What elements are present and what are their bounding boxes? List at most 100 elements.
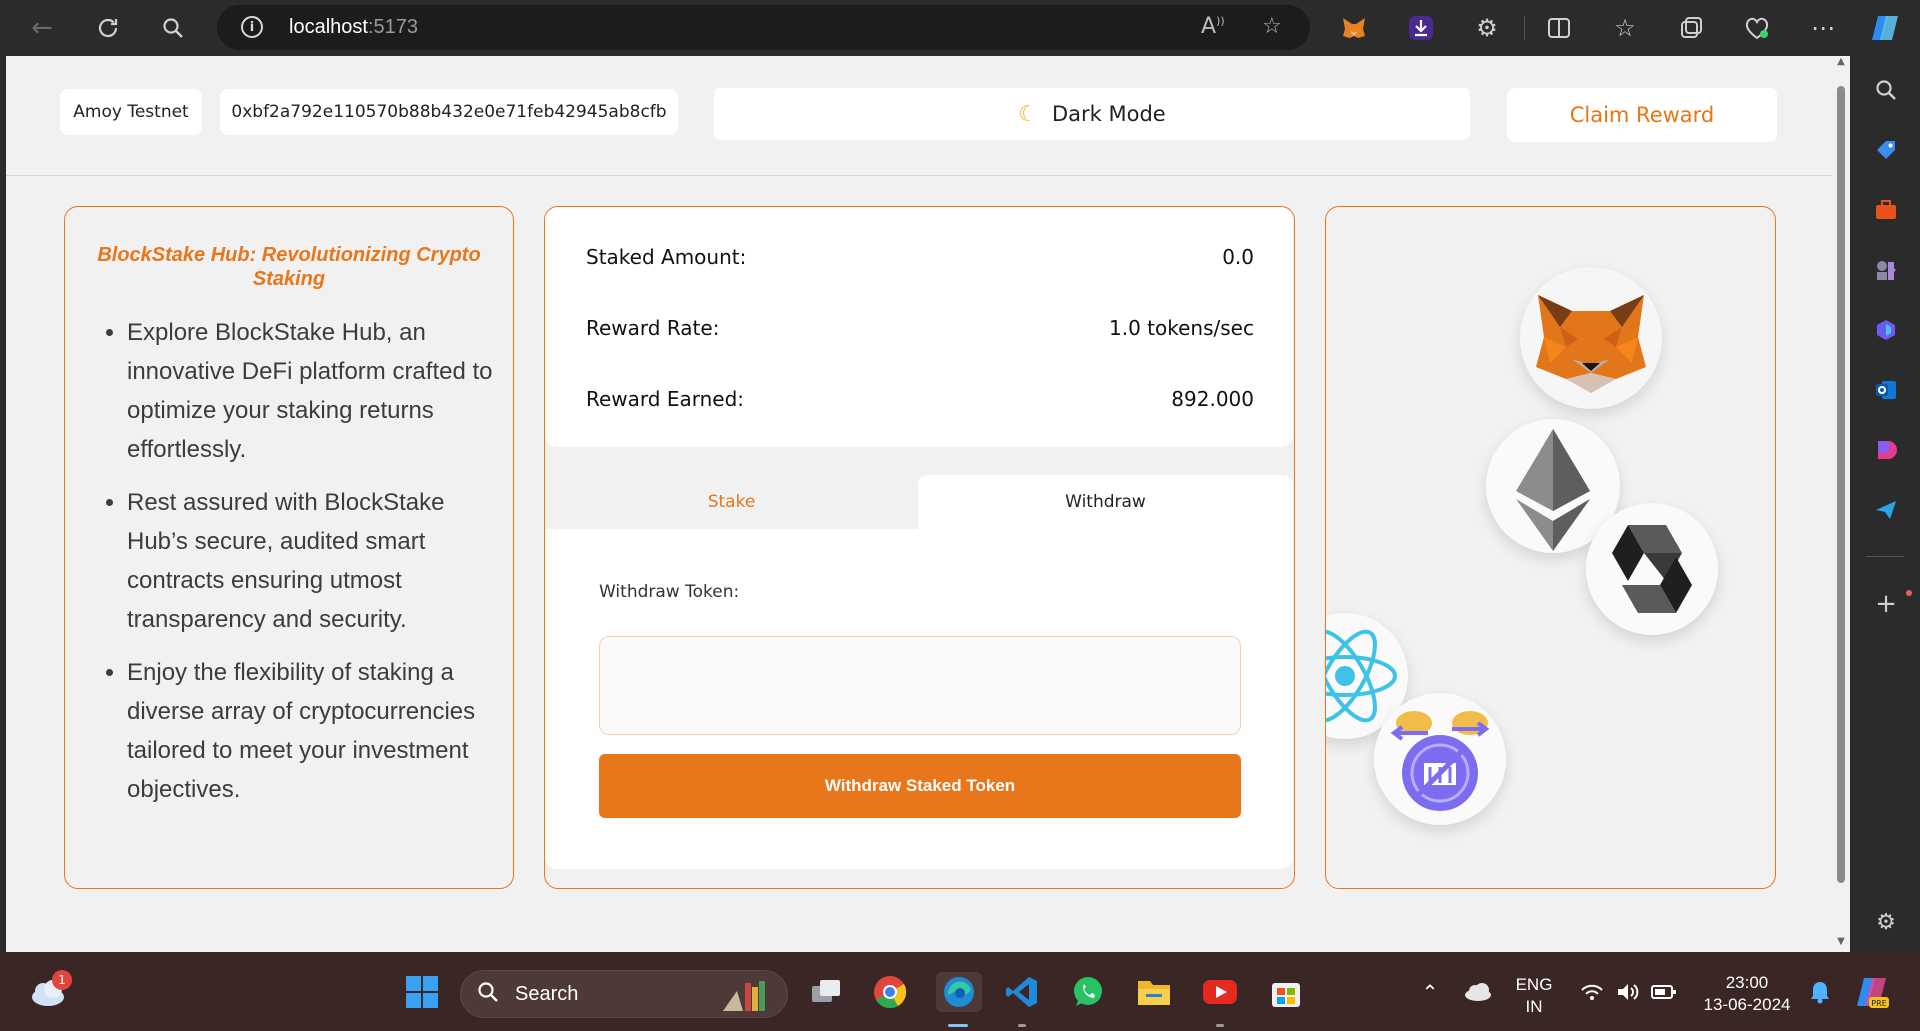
- split-screen-icon[interactable]: [1540, 9, 1578, 47]
- browser-essentials-icon[interactable]: [1738, 9, 1776, 47]
- info-title: BlockStake Hub: Revolutionizing Crypto S…: [97, 244, 481, 290]
- games-icon[interactable]: [1872, 256, 1900, 284]
- clock[interactable]: 23:00 13-06-2024: [1692, 972, 1802, 1016]
- search-highlight-books-icon: [717, 977, 781, 1017]
- edge-sidebar: + ⚙: [1850, 56, 1920, 952]
- read-aloud-icon[interactable]: A)): [1201, 14, 1225, 39]
- taskbar-search-box[interactable]: Search: [460, 970, 788, 1018]
- back-icon[interactable]: ←: [22, 8, 62, 48]
- reward-rate-row: Reward Rate: 1.0 tokens/sec: [586, 316, 1254, 340]
- stats-card: Staked Amount: 0.0 Reward Rate: 1.0 toke…: [545, 207, 1293, 447]
- scroll-down-arrow-icon[interactable]: ▼: [1835, 936, 1847, 947]
- wifi-icon[interactable]: [1572, 972, 1612, 1012]
- url-host: localhost: [289, 16, 368, 38]
- stake-withdraw-tabs: Stake Withdraw: [545, 475, 1293, 529]
- windows-taskbar: 1 Search ⌃ ENG IN 23:00 13-06-2024 PRE: [0, 952, 1920, 1031]
- metamask-extension-icon[interactable]: [1335, 9, 1373, 47]
- region-code: IN: [1525, 997, 1543, 1016]
- sidebar-settings-icon[interactable]: ⚙: [1872, 908, 1900, 936]
- youtube-icon[interactable]: [1200, 972, 1240, 1012]
- battery-icon[interactable]: [1644, 972, 1684, 1012]
- add-sidebar-app-icon[interactable]: +: [1872, 589, 1900, 619]
- staking-panel: Staked Amount: 0.0 Reward Rate: 1.0 toke…: [544, 206, 1295, 889]
- language-code: ENG: [1515, 975, 1553, 994]
- sidebar-search-icon[interactable]: [1872, 76, 1900, 104]
- drop-icon[interactable]: [1872, 436, 1900, 464]
- withdraw-staked-token-button[interactable]: Withdraw Staked Token: [599, 754, 1241, 818]
- url-port: :5173: [367, 16, 418, 38]
- whatsapp-icon[interactable]: [1068, 972, 1108, 1012]
- address-bar[interactable]: i localhost:5173 A)) ☆: [217, 5, 1310, 50]
- task-view-icon[interactable]: [806, 972, 846, 1012]
- site-info-icon[interactable]: i: [241, 16, 263, 38]
- favorite-star-icon[interactable]: ☆: [1262, 14, 1282, 39]
- info-list: Explore BlockStake Hub, an innovative De…: [85, 313, 493, 809]
- app-header: Amoy Testnet 0xbf2a792e110570b88b432e0e7…: [6, 56, 1832, 176]
- file-explorer-icon[interactable]: [1134, 972, 1174, 1012]
- sidebar-divider: [1866, 556, 1904, 557]
- info-bullet: Rest assured with BlockStake Hub’s secur…: [127, 483, 493, 639]
- download-extension-icon[interactable]: [1402, 9, 1440, 47]
- wallet-address-chip: 0xbf2a792e110570b88b432e0e71feb42945ab8c…: [220, 89, 678, 135]
- show-hidden-icons-chevron-icon[interactable]: ⌃: [1410, 972, 1450, 1012]
- reward-earned-label: Reward Earned:: [586, 387, 745, 411]
- moon-icon: ☾: [1018, 101, 1038, 127]
- dark-mode-button[interactable]: ☾ Dark Mode: [714, 88, 1470, 140]
- extensions-puzzle-icon[interactable]: ⚙: [1468, 9, 1506, 47]
- more-menu-icon[interactable]: ⋯: [1804, 9, 1842, 47]
- staking-bank-icon: [1374, 693, 1506, 825]
- taskbar-search-label: Search: [515, 983, 579, 1005]
- m365-icon[interactable]: [1872, 316, 1900, 344]
- network-chip: Amoy Testnet: [60, 89, 202, 135]
- staked-amount-row: Staked Amount: 0.0: [586, 245, 1254, 269]
- volume-icon[interactable]: [1608, 972, 1648, 1012]
- weather-badge: 1: [52, 970, 72, 990]
- info-panel: BlockStake Hub: Revolutionizing Crypto S…: [64, 206, 514, 889]
- scrollbar-thumb[interactable]: [1837, 86, 1845, 883]
- notifications-bell-icon[interactable]: [1800, 972, 1840, 1012]
- edge-taskbar-icon[interactable]: [936, 972, 982, 1012]
- refresh-icon[interactable]: [88, 8, 128, 48]
- microsoft-store-icon[interactable]: [1266, 972, 1306, 1012]
- tab-withdraw[interactable]: Withdraw: [918, 475, 1293, 529]
- edge-active-indicator: [948, 1024, 968, 1027]
- toolbar-divider: [1524, 16, 1525, 40]
- collections-icon[interactable]: [1672, 9, 1710, 47]
- vscode-icon[interactable]: [1002, 972, 1042, 1012]
- favorites-icon[interactable]: ☆: [1606, 9, 1644, 47]
- staked-amount-label: Staked Amount:: [586, 245, 747, 269]
- info-bullet: Enjoy the flexibility of staking a diver…: [127, 653, 493, 809]
- shopping-tag-icon[interactable]: [1872, 136, 1900, 164]
- notification-dot: [1906, 590, 1912, 596]
- search-icon[interactable]: [153, 8, 193, 48]
- send-plane-icon[interactable]: [1872, 496, 1900, 524]
- reward-earned-value: 892.000: [1171, 387, 1254, 411]
- tab-stake[interactable]: Stake: [545, 475, 918, 529]
- tools-briefcase-icon[interactable]: [1872, 196, 1900, 224]
- taskbar-search-icon: [477, 981, 499, 1009]
- claim-reward-button[interactable]: Claim Reward: [1507, 88, 1777, 142]
- url-text[interactable]: localhost:5173: [289, 16, 418, 39]
- onedrive-cloud-icon[interactable]: [1458, 972, 1498, 1012]
- clock-time: 23:00: [1725, 973, 1769, 992]
- outlook-icon[interactable]: [1872, 376, 1900, 404]
- reward-earned-row: Reward Earned: 892.000: [586, 387, 1254, 411]
- browser-toolbar: ← i localhost:5173 A)) ☆ ⚙ ☆ ⋯: [0, 0, 1920, 55]
- illustration-panel: [1325, 206, 1776, 889]
- vscode-open-indicator: [1018, 1024, 1026, 1027]
- copilot-taskbar-icon[interactable]: PRE: [1852, 972, 1892, 1012]
- language-indicator[interactable]: ENG IN: [1512, 974, 1556, 1018]
- clock-date: 13-06-2024: [1703, 995, 1791, 1014]
- info-bullet: Explore BlockStake Hub, an innovative De…: [127, 313, 493, 469]
- page-scrollbar[interactable]: ▲ ▼: [1832, 56, 1850, 952]
- withdraw-form: Withdraw Token: Withdraw Staked Token: [545, 529, 1293, 869]
- solidity-icon: [1586, 503, 1718, 635]
- dark-mode-label: Dark Mode: [1052, 102, 1166, 126]
- windows-start-icon[interactable]: [402, 972, 442, 1012]
- staked-amount-value: 0.0: [1222, 245, 1254, 269]
- copilot-icon[interactable]: [1866, 9, 1904, 47]
- chrome-icon[interactable]: [870, 972, 910, 1012]
- withdraw-amount-input[interactable]: [599, 636, 1241, 735]
- scroll-up-arrow-icon[interactable]: ▲: [1835, 56, 1847, 67]
- page-viewport: Amoy Testnet 0xbf2a792e110570b88b432e0e7…: [6, 56, 1832, 952]
